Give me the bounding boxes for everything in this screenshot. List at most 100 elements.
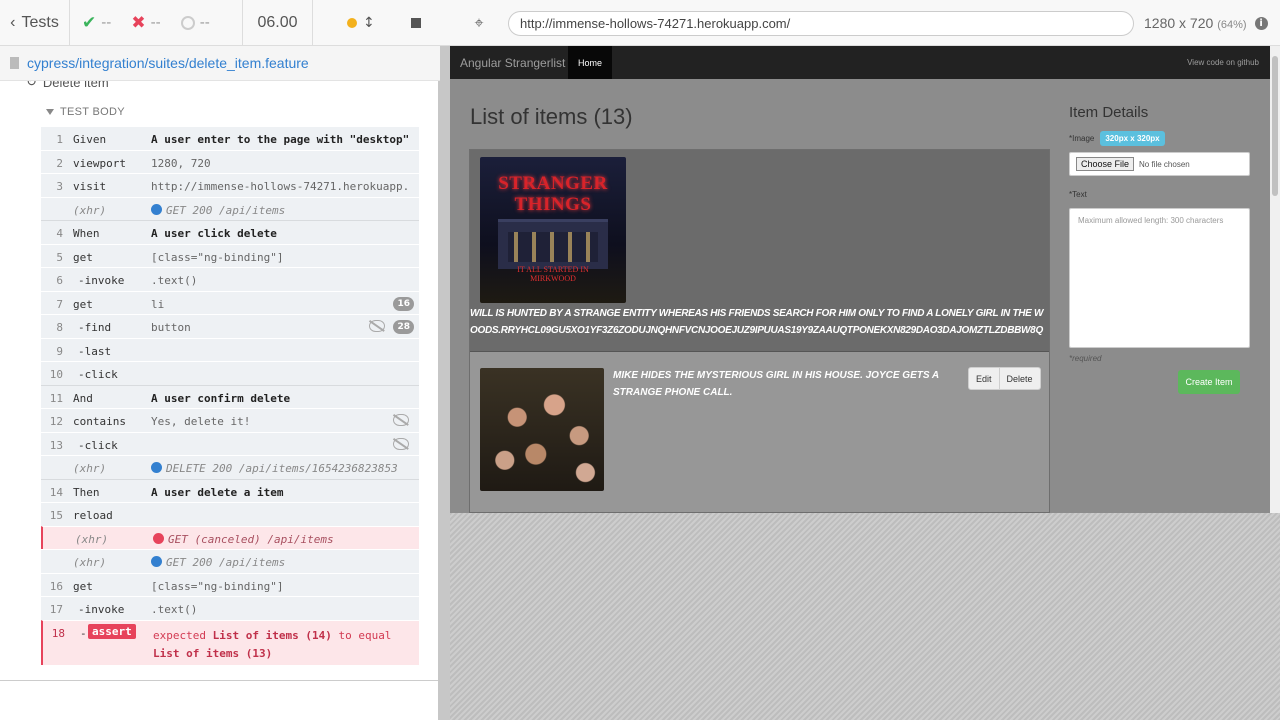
command-row[interactable]: 12 contains Yes, delete it! bbox=[41, 408, 419, 432]
command-number: 13 bbox=[49, 438, 63, 452]
spec-path-link[interactable]: cypress/integration/suites/delete_item.f… bbox=[27, 55, 309, 71]
command-row[interactable]: 7 get li 16 bbox=[41, 290, 419, 314]
list-title: List of items (13) bbox=[470, 104, 633, 129]
eye-slash-icon bbox=[393, 437, 409, 450]
required-note: *required bbox=[1069, 354, 1102, 363]
command-row[interactable]: 10 -click bbox=[41, 361, 419, 385]
command-row[interactable]: 2 viewport 1280, 720 bbox=[41, 149, 419, 173]
command-row[interactable]: 17 -invoke .text() bbox=[41, 596, 419, 620]
selector-playground-crosshair-icon[interactable]: ⌖ bbox=[450, 13, 508, 33]
panel-resizer[interactable] bbox=[438, 46, 450, 720]
command-row[interactable]: 15 reload bbox=[41, 502, 419, 526]
command-message: DELETE 200 /api/items/1654236823853 bbox=[151, 462, 411, 475]
command-row[interactable]: 1 Given A user enter to the page with "d… bbox=[41, 126, 419, 150]
tests-button[interactable]: ‹ Tests bbox=[0, 0, 70, 46]
chevron-left-icon: ‹ bbox=[10, 14, 16, 31]
element-count-badge: 16 bbox=[393, 296, 414, 311]
command-row[interactable]: 13 -click bbox=[41, 431, 419, 455]
command-message: 1280, 720 bbox=[151, 156, 211, 170]
command-name: Given bbox=[73, 133, 107, 146]
command-message: li bbox=[151, 297, 165, 311]
command-number: 14 bbox=[49, 485, 63, 499]
run-controls: ↕ bbox=[313, 0, 440, 46]
command-number: 3 bbox=[56, 180, 63, 193]
cross-icon: ✖ bbox=[131, 13, 146, 33]
command-message: A user click delete bbox=[151, 227, 277, 240]
xhr-message: GET 200 /api/items bbox=[166, 203, 286, 217]
element-count-badge: 28 bbox=[393, 320, 414, 334]
edit-button[interactable]: Edit bbox=[968, 367, 1000, 390]
command-row[interactable]: 3 visit http://immense-hollows-74271.her… bbox=[41, 173, 419, 197]
nav-home-link[interactable]: Home bbox=[568, 46, 613, 79]
info-icon[interactable]: i bbox=[1254, 16, 1268, 30]
stop-icon[interactable] bbox=[410, 18, 421, 28]
command-number: 8 bbox=[56, 321, 63, 334]
command-message: A user enter to the page with "desktop" bbox=[151, 133, 410, 146]
command-name: - bbox=[80, 626, 87, 640]
text-textarea[interactable]: Maximum allowed length: 300 characters bbox=[1069, 208, 1250, 348]
command-row[interactable]: 8 -find button 28 bbox=[41, 314, 419, 338]
passed-stat: ✔ -- bbox=[82, 13, 111, 33]
auto-scroll-indicator-icon[interactable] bbox=[347, 18, 357, 28]
image-label: *Image bbox=[1069, 134, 1095, 143]
delete-button[interactable]: Delete bbox=[999, 367, 1041, 390]
command-row[interactable]: 4 When A user click delete bbox=[41, 220, 419, 244]
item-image bbox=[480, 368, 604, 491]
command-number: 7 bbox=[56, 297, 63, 311]
aut-scrollbar[interactable] bbox=[1270, 46, 1280, 513]
command-row[interactable]: 11 And A user confirm delete bbox=[41, 384, 419, 408]
viewport-scale: (64%) bbox=[1217, 19, 1247, 31]
xhr-status-dot-icon bbox=[151, 556, 162, 567]
command-row[interactable]: 6 -invoke .text() bbox=[41, 267, 419, 291]
runner-toolbar: ‹ Tests ✔ -- ✖ -- -- 06.00 ↕ ⌖ http://im bbox=[0, 0, 1280, 46]
xhr-error-dot-icon bbox=[153, 532, 164, 544]
command-name: get bbox=[73, 297, 93, 311]
command-row[interactable]: 16 get [class="ng-binding"] bbox=[41, 572, 419, 596]
create-item-button[interactable]: Create Item bbox=[1178, 370, 1240, 394]
pending-circle-icon bbox=[180, 16, 195, 30]
xhr-row[interactable]: (xhr) GET 200 /api/items bbox=[41, 549, 419, 573]
command-number: 6 bbox=[56, 274, 63, 287]
reporter-footer bbox=[0, 681, 440, 720]
image-file-input[interactable]: Choose File No file chosen bbox=[1069, 152, 1250, 176]
assert-failure-row[interactable]: 18 - assert expected List of items (14) … bbox=[41, 619, 419, 665]
command-number: 16 bbox=[49, 579, 63, 593]
item-text: Mike hides the mysterious girl in his ho… bbox=[613, 370, 939, 398]
item-actions: Edit Delete bbox=[968, 367, 1041, 390]
app-brand[interactable]: Angular Strangerlist bbox=[450, 56, 568, 70]
command-number: 15 bbox=[49, 509, 63, 522]
xhr-row-canceled[interactable]: (xhr) GET (canceled) /api/items bbox=[41, 525, 419, 549]
command-name: visit bbox=[73, 180, 107, 193]
aut-iframe: Angular Strangerlist Home View code on g… bbox=[450, 46, 1280, 513]
test-body-label: TEST BODY bbox=[60, 106, 125, 118]
command-name: -click bbox=[78, 368, 118, 381]
list-item[interactable]: Mike hides the mysterious girl in his ho… bbox=[470, 353, 1049, 513]
aut-scrollbar-thumb[interactable] bbox=[1272, 56, 1278, 196]
command-message: GET 200 /api/items bbox=[151, 556, 411, 569]
item-text: Will is hunted by a strange entity where… bbox=[470, 308, 1044, 336]
command-message: [class="ng-binding"] bbox=[151, 250, 284, 264]
xhr-row[interactable]: (xhr) DELETE 200 /api/items/165423682385… bbox=[41, 455, 419, 479]
command-row[interactable]: 14 Then A user delete a item bbox=[41, 478, 419, 502]
items-list: STRANGER THINGS IT ALL STARTED IN MIRKWO… bbox=[469, 149, 1050, 513]
command-row[interactable]: 9 -last bbox=[41, 337, 419, 361]
command-message: GET 200 /api/items bbox=[151, 203, 411, 217]
command-number: 12 bbox=[49, 415, 63, 428]
command-number: 10 bbox=[49, 368, 63, 381]
aut-url-field[interactable]: http://immense-hollows-74271.herokuapp.c… bbox=[508, 10, 1134, 36]
github-link[interactable]: View code on github bbox=[1187, 58, 1259, 67]
choose-file-button[interactable]: Choose File bbox=[1076, 157, 1135, 171]
test-body-toggle[interactable]: TEST BODY bbox=[46, 106, 125, 118]
list-item[interactable]: STRANGER THINGS IT ALL STARTED IN MIRKWO… bbox=[470, 150, 1049, 352]
command-row[interactable]: 5 get [class="ng-binding"] bbox=[41, 243, 419, 267]
command-log: 1 Given A user enter to the page with "d… bbox=[41, 126, 419, 665]
vertical-arrows-icon[interactable]: ↕ bbox=[363, 15, 375, 31]
command-number: 11 bbox=[49, 391, 63, 405]
image-field-row: *Image 320px x 320px bbox=[1069, 131, 1165, 146]
xhr-message: DELETE 200 /api/items/1654236823853 bbox=[166, 462, 398, 475]
app-navbar: Angular Strangerlist Home View code on g… bbox=[450, 46, 1280, 79]
command-number: 4 bbox=[56, 227, 63, 240]
command-name: When bbox=[73, 227, 100, 240]
xhr-row[interactable]: (xhr) GET 200 /api/items bbox=[41, 196, 419, 220]
xhr-status-dot-icon bbox=[151, 462, 162, 473]
